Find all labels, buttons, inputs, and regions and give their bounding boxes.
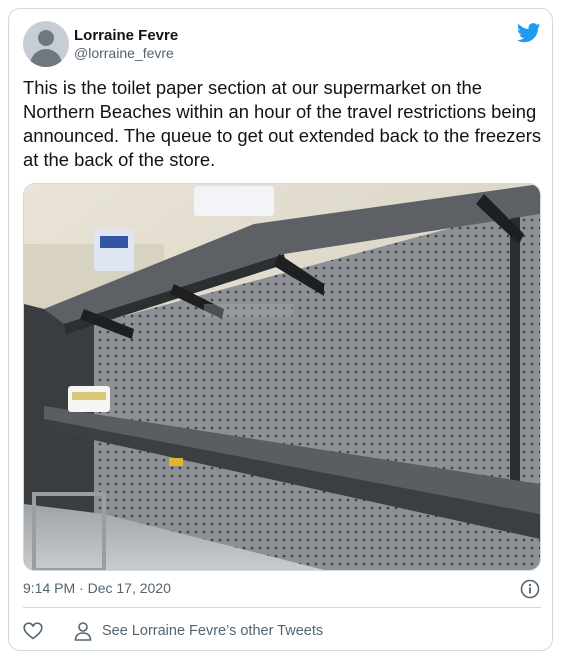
avatar[interactable] <box>23 21 69 67</box>
person-icon <box>74 622 92 641</box>
twitter-bird-icon[interactable] <box>517 23 541 43</box>
empty-shelves-photo <box>24 184 540 570</box>
author-name[interactable]: Lorraine Fevre <box>74 27 178 44</box>
author-handle[interactable]: @lorraine_fevre <box>74 45 174 61</box>
tweet-text: This is the toilet paper section at our … <box>23 77 542 170</box>
info-icon[interactable] <box>520 579 540 599</box>
see-other-tweets-link[interactable]: See Lorraine Fevre’s other Tweets <box>102 623 323 639</box>
tweet-photo[interactable] <box>23 183 541 571</box>
divider <box>23 607 541 608</box>
heart-icon[interactable] <box>23 622 43 640</box>
tweet-card: Lorraine Fevre @lorraine_fevre This is t… <box>8 8 553 651</box>
tweet-timestamp[interactable]: 9:14 PM · Dec 17, 2020 <box>23 580 171 596</box>
avatar-body <box>30 49 62 67</box>
avatar-head <box>38 30 54 46</box>
